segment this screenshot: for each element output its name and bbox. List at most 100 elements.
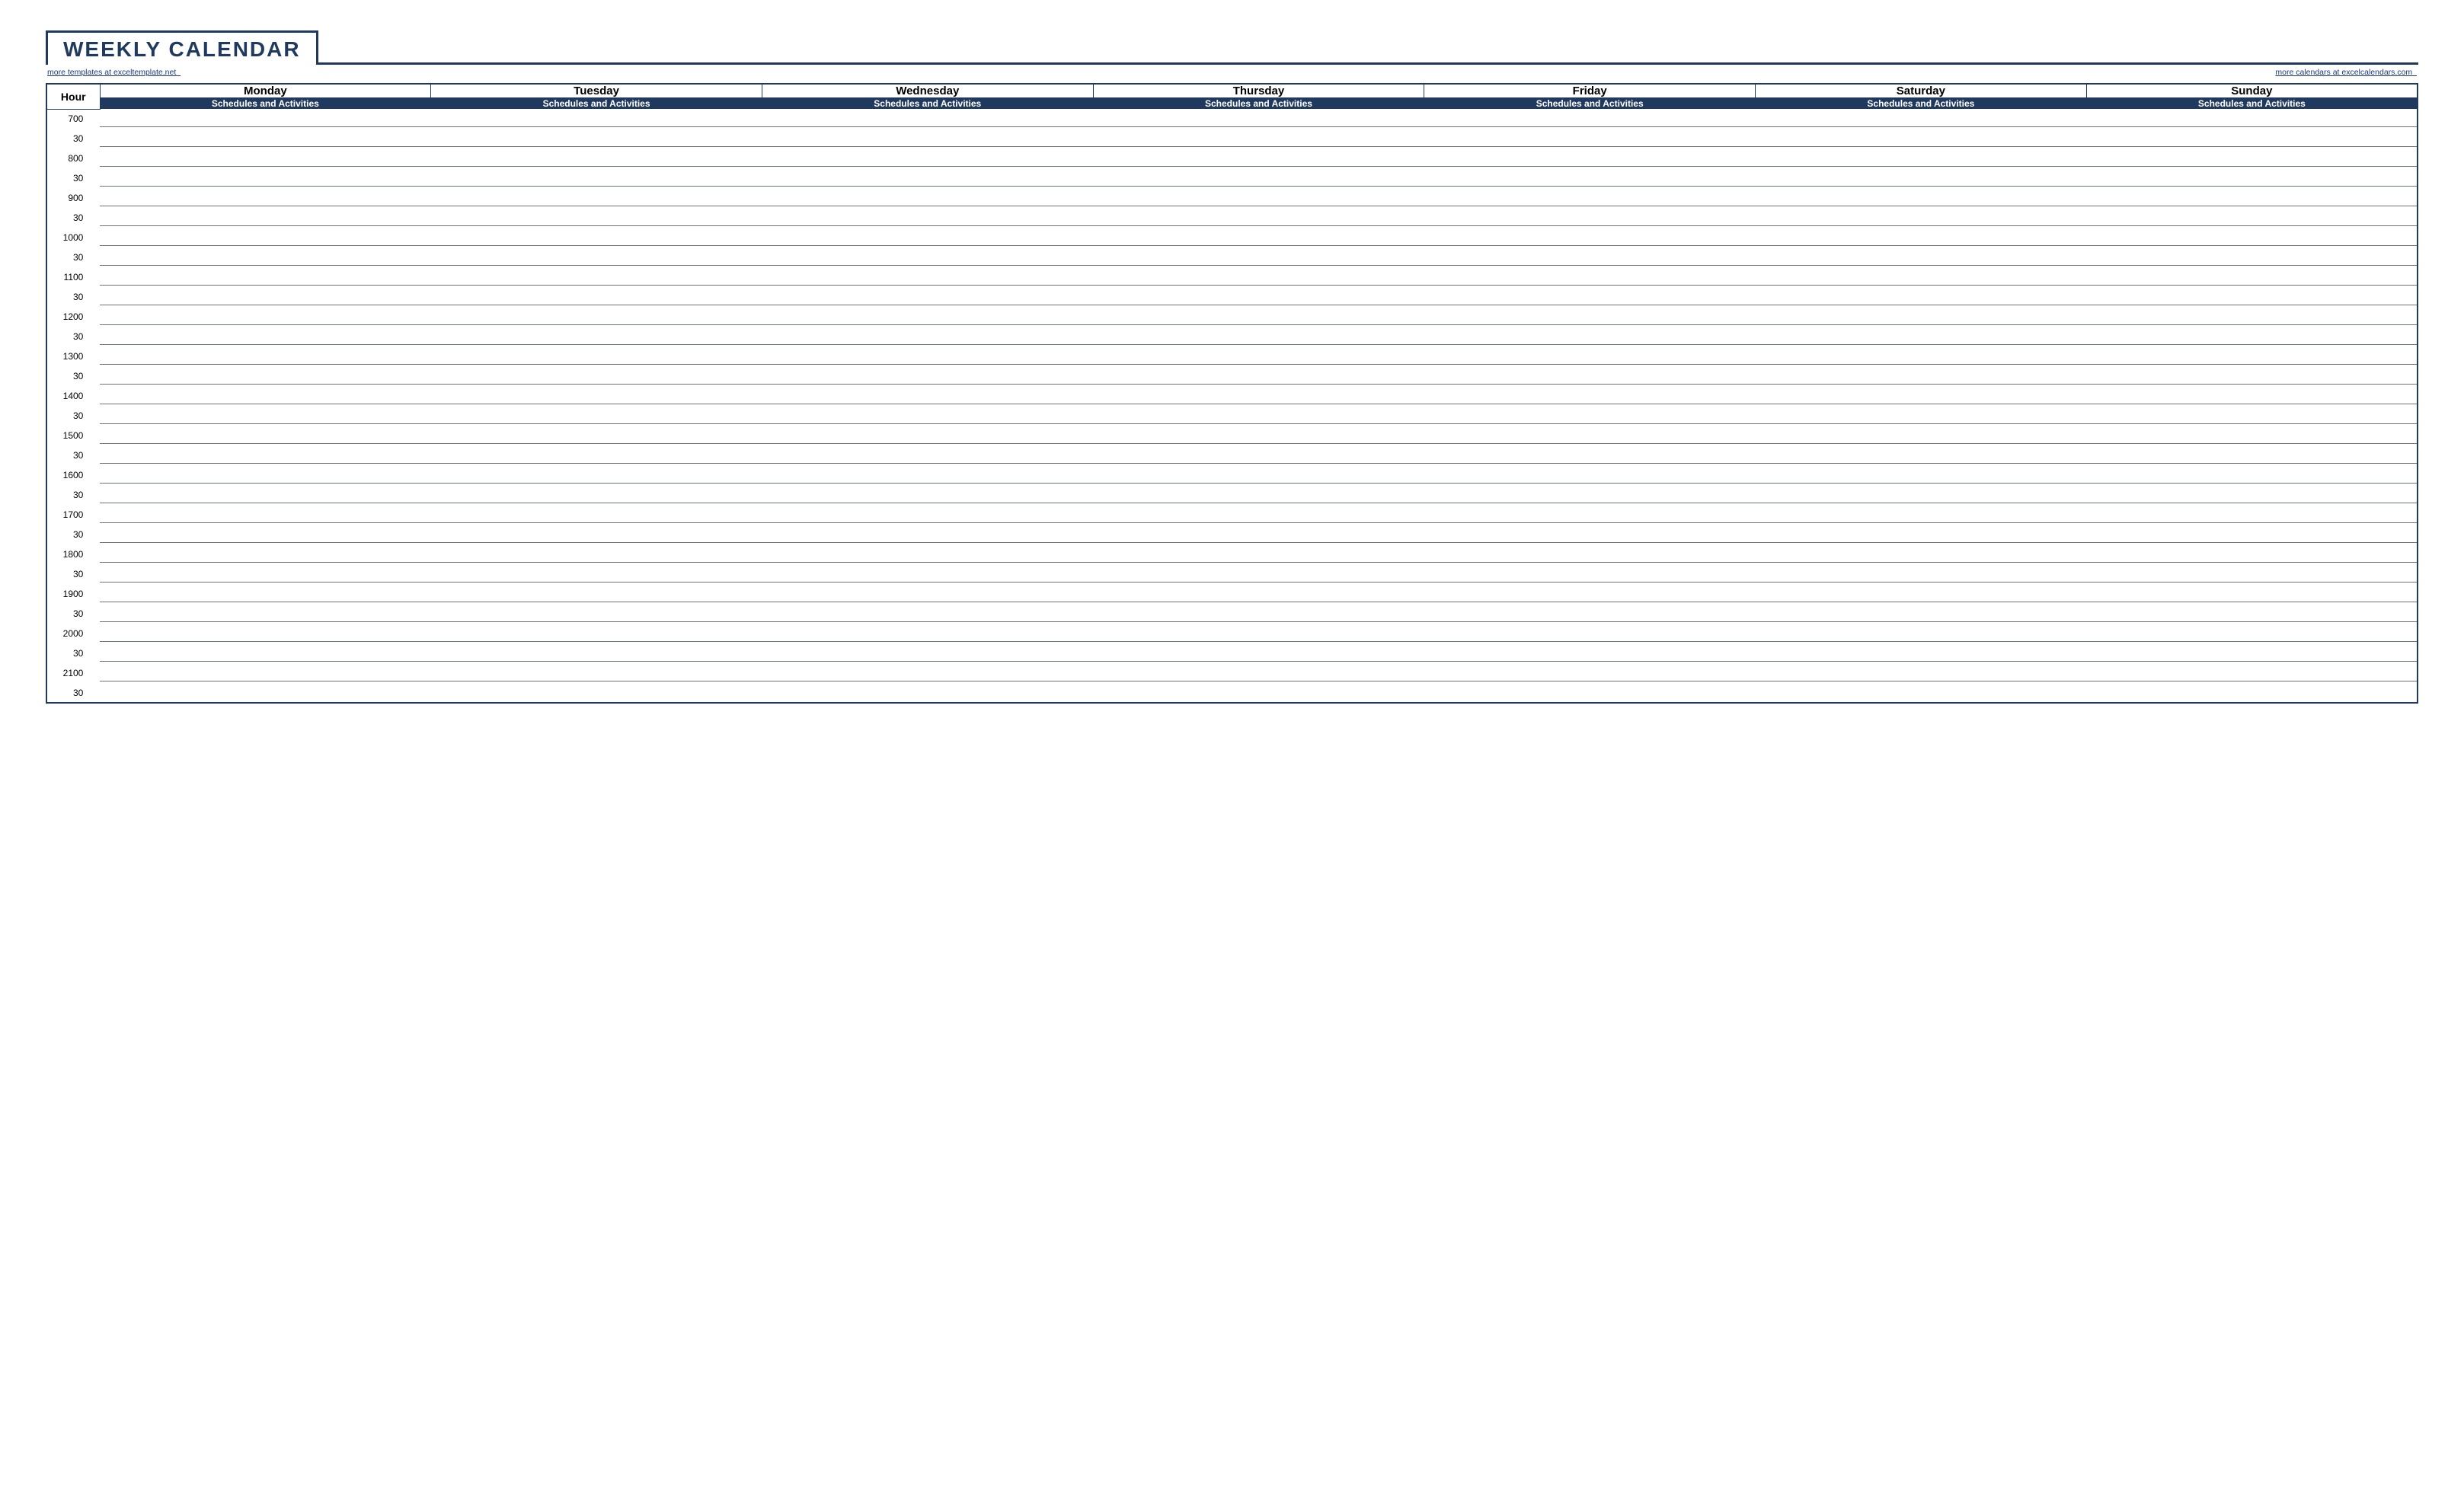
link-templates[interactable]: more templates at exceltemplate.net [47, 68, 181, 77]
schedule-slot[interactable] [100, 564, 431, 584]
schedule-slot[interactable] [100, 228, 431, 247]
schedule-slot[interactable] [100, 307, 431, 327]
schedule-slot[interactable] [762, 287, 1093, 307]
schedule-slot[interactable] [762, 307, 1093, 327]
schedule-slot[interactable] [1424, 584, 1756, 604]
schedule-slot[interactable] [1756, 188, 2087, 208]
schedule-slot[interactable] [100, 663, 431, 683]
schedule-slot[interactable] [1093, 485, 1424, 505]
schedule-slot[interactable] [762, 643, 1093, 663]
schedule-slot[interactable] [762, 426, 1093, 445]
schedule-slot[interactable] [1093, 683, 1424, 703]
schedule-slot[interactable] [431, 426, 762, 445]
schedule-slot[interactable] [100, 584, 431, 604]
schedule-slot[interactable] [762, 624, 1093, 643]
schedule-slot[interactable] [762, 663, 1093, 683]
schedule-slot[interactable] [431, 208, 762, 228]
schedule-slot[interactable] [1756, 168, 2087, 188]
schedule-slot[interactable] [431, 267, 762, 287]
schedule-slot[interactable] [1424, 366, 1756, 386]
schedule-slot[interactable] [1756, 426, 2087, 445]
schedule-slot[interactable] [431, 604, 762, 624]
schedule-slot[interactable] [1756, 247, 2087, 267]
schedule-slot[interactable] [1424, 307, 1756, 327]
schedule-slot[interactable] [1093, 465, 1424, 485]
schedule-slot[interactable] [1756, 544, 2087, 564]
schedule-slot[interactable] [100, 683, 431, 703]
schedule-slot[interactable] [762, 584, 1093, 604]
schedule-slot[interactable] [2086, 525, 2418, 544]
schedule-slot[interactable] [2086, 287, 2418, 307]
schedule-slot[interactable] [1093, 525, 1424, 544]
schedule-slot[interactable] [2086, 485, 2418, 505]
schedule-slot[interactable] [1093, 406, 1424, 426]
schedule-slot[interactable] [1424, 148, 1756, 168]
schedule-slot[interactable] [1424, 604, 1756, 624]
schedule-slot[interactable] [2086, 267, 2418, 287]
schedule-slot[interactable] [431, 366, 762, 386]
schedule-slot[interactable] [1756, 564, 2087, 584]
schedule-slot[interactable] [1424, 505, 1756, 525]
schedule-slot[interactable] [100, 525, 431, 544]
schedule-slot[interactable] [2086, 148, 2418, 168]
schedule-slot[interactable] [762, 188, 1093, 208]
schedule-slot[interactable] [762, 346, 1093, 366]
schedule-slot[interactable] [762, 327, 1093, 346]
schedule-slot[interactable] [2086, 426, 2418, 445]
schedule-slot[interactable] [762, 366, 1093, 386]
schedule-slot[interactable] [1756, 505, 2087, 525]
schedule-slot[interactable] [2086, 366, 2418, 386]
schedule-slot[interactable] [1756, 624, 2087, 643]
schedule-slot[interactable] [100, 208, 431, 228]
schedule-slot[interactable] [1756, 307, 2087, 327]
schedule-slot[interactable] [431, 129, 762, 148]
schedule-slot[interactable] [2086, 247, 2418, 267]
schedule-slot[interactable] [2086, 346, 2418, 366]
schedule-slot[interactable] [762, 525, 1093, 544]
schedule-slot[interactable] [2086, 683, 2418, 703]
schedule-slot[interactable] [431, 247, 762, 267]
schedule-slot[interactable] [431, 624, 762, 643]
schedule-slot[interactable] [100, 247, 431, 267]
schedule-slot[interactable] [1093, 148, 1424, 168]
schedule-slot[interactable] [1093, 426, 1424, 445]
schedule-slot[interactable] [2086, 406, 2418, 426]
schedule-slot[interactable] [431, 109, 762, 129]
schedule-slot[interactable] [1424, 544, 1756, 564]
schedule-slot[interactable] [1756, 148, 2087, 168]
schedule-slot[interactable] [1424, 445, 1756, 465]
schedule-slot[interactable] [1756, 406, 2087, 426]
schedule-slot[interactable] [1093, 247, 1424, 267]
schedule-slot[interactable] [762, 168, 1093, 188]
schedule-slot[interactable] [1756, 267, 2087, 287]
schedule-slot[interactable] [1424, 683, 1756, 703]
schedule-slot[interactable] [431, 406, 762, 426]
schedule-slot[interactable] [431, 287, 762, 307]
schedule-slot[interactable] [2086, 386, 2418, 406]
schedule-slot[interactable] [431, 168, 762, 188]
schedule-slot[interactable] [1093, 109, 1424, 129]
schedule-slot[interactable] [1424, 485, 1756, 505]
schedule-slot[interactable] [1424, 564, 1756, 584]
schedule-slot[interactable] [431, 643, 762, 663]
schedule-slot[interactable] [100, 445, 431, 465]
schedule-slot[interactable] [100, 287, 431, 307]
schedule-slot[interactable] [431, 386, 762, 406]
schedule-slot[interactable] [762, 564, 1093, 584]
schedule-slot[interactable] [1756, 228, 2087, 247]
schedule-slot[interactable] [2086, 643, 2418, 663]
schedule-slot[interactable] [2086, 327, 2418, 346]
schedule-slot[interactable] [1424, 386, 1756, 406]
schedule-slot[interactable] [1756, 109, 2087, 129]
schedule-slot[interactable] [100, 465, 431, 485]
schedule-slot[interactable] [100, 366, 431, 386]
schedule-slot[interactable] [2086, 624, 2418, 643]
schedule-slot[interactable] [2086, 208, 2418, 228]
schedule-slot[interactable] [100, 386, 431, 406]
schedule-slot[interactable] [2086, 465, 2418, 485]
schedule-slot[interactable] [2086, 307, 2418, 327]
schedule-slot[interactable] [1093, 346, 1424, 366]
schedule-slot[interactable] [100, 346, 431, 366]
schedule-slot[interactable] [2086, 109, 2418, 129]
schedule-slot[interactable] [2086, 228, 2418, 247]
